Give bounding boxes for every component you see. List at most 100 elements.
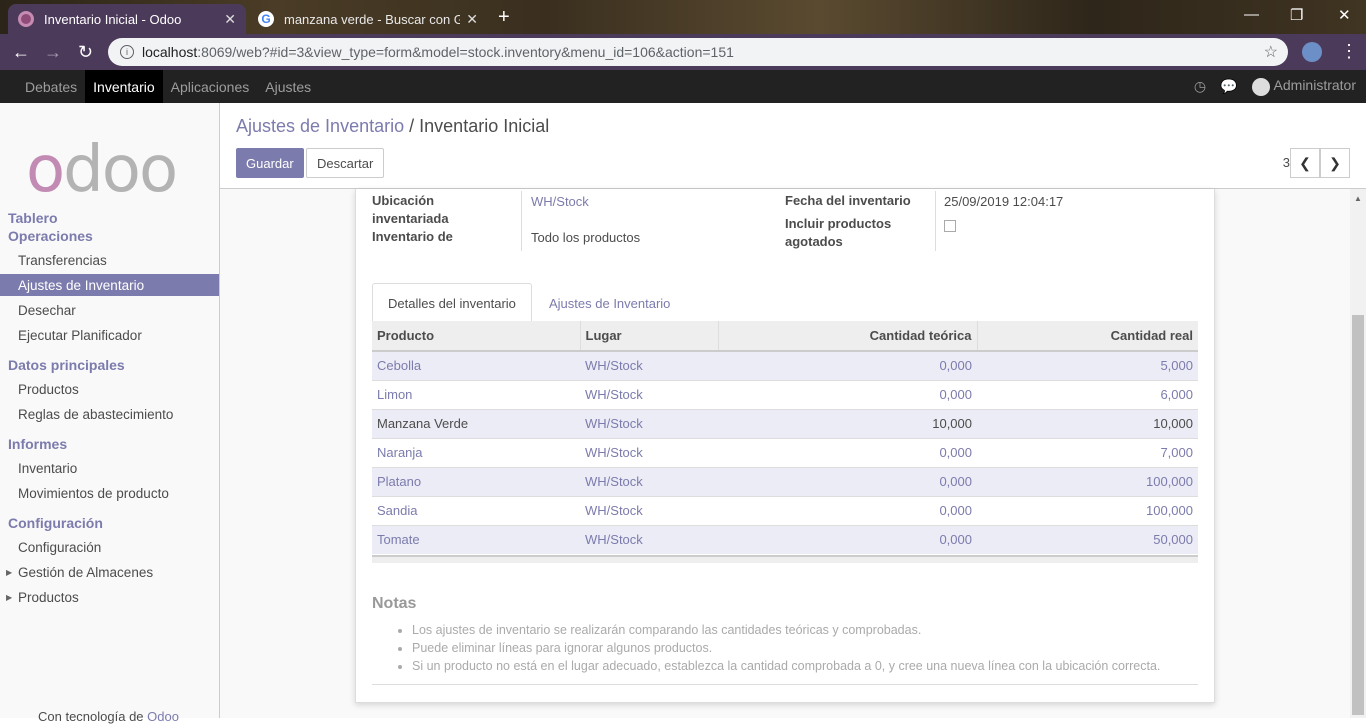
table-row[interactable]: Cebolla WH/Stock 0,000 5,000 bbox=[372, 350, 1198, 380]
inventory-of-label: Inventario de bbox=[372, 229, 453, 244]
sidebar-section-informes: Informes bbox=[8, 436, 68, 452]
breadcrumb-parent[interactable]: Ajustes de Inventario bbox=[236, 116, 404, 136]
discard-button[interactable]: Descartar bbox=[306, 148, 385, 178]
column-header-cantidad-teorica[interactable]: Cantidad teórica bbox=[718, 321, 978, 352]
column-header-cantidad-real[interactable]: Cantidad real bbox=[977, 321, 1198, 352]
sidebar-item-configuracion[interactable]: Configuración bbox=[0, 536, 219, 558]
info-icon[interactable]: i bbox=[120, 45, 134, 59]
cell-product: Platano bbox=[372, 466, 580, 496]
scrollbar-thumb[interactable] bbox=[1352, 315, 1364, 715]
avatar bbox=[1251, 77, 1270, 96]
include-exhausted-checkbox[interactable] bbox=[944, 220, 956, 232]
menu-debates[interactable]: Debates bbox=[17, 70, 85, 103]
form-sheet: Ubicación inventariada WH/Stock Inventari… bbox=[355, 189, 1215, 703]
browser-tab-odoo[interactable]: Inventario Inicial - Odoo ✕ bbox=[8, 4, 246, 34]
back-icon[interactable]: ← bbox=[12, 42, 30, 63]
cell-product: Sandia bbox=[372, 495, 580, 525]
tab-title: Inventario Inicial - Odoo bbox=[44, 11, 182, 27]
sidebar-section-configuracion: Configuración bbox=[8, 515, 103, 531]
sidebar-item-ejecutar-planificador[interactable]: Ejecutar Planificador bbox=[0, 324, 219, 346]
cell-theoretical: 0,000 bbox=[718, 495, 977, 525]
address-bar-row: ← → ↻ i localhost:8069/web?#id=3&view_ty… bbox=[0, 34, 1366, 70]
tab-ajustes-inventario[interactable]: Ajustes de Inventario bbox=[534, 283, 685, 323]
browser-tab-google[interactable]: G manzana verde - Buscar con Goo ✕ bbox=[248, 4, 488, 34]
location-value[interactable]: WH/Stock bbox=[531, 194, 589, 209]
table-row[interactable]: Limon WH/Stock 0,000 6,000 bbox=[372, 379, 1198, 409]
google-favicon-icon: G bbox=[258, 11, 274, 27]
cell-location: WH/Stock bbox=[580, 524, 718, 554]
list-item: Si un producto no está en el lugar adecu… bbox=[412, 657, 1160, 675]
cell-location: WH/Stock bbox=[580, 408, 718, 438]
cell-location: WH/Stock bbox=[580, 466, 718, 496]
column-header-lugar[interactable]: Lugar bbox=[580, 321, 719, 352]
url-path: :8069/web?#id=3&view_type=form&model=sto… bbox=[197, 44, 734, 60]
sidebar-section-tablero[interactable]: Tablero bbox=[8, 210, 58, 226]
cell-real: 7,000 bbox=[977, 437, 1198, 467]
column-header-producto[interactable]: Producto bbox=[372, 321, 581, 352]
odoo-link[interactable]: Odoo bbox=[147, 709, 179, 724]
powered-by: Con tecnología de Odoo bbox=[38, 709, 179, 724]
pager-next-icon[interactable]: ❯ bbox=[1320, 148, 1350, 178]
date-value[interactable]: 25/09/2019 12:04:17 bbox=[944, 194, 1063, 209]
cell-real: 100,000 bbox=[977, 466, 1198, 496]
close-window-icon[interactable]: ✕ bbox=[1338, 6, 1351, 24]
table-row[interactable]: Manzana Verde WH/Stock 10,000 10,000 bbox=[372, 408, 1198, 438]
scrollbar[interactable]: ▲ bbox=[1350, 189, 1366, 718]
cell-theoretical: 0,000 bbox=[718, 379, 977, 409]
cell-location: WH/Stock bbox=[580, 379, 718, 409]
close-tab-icon[interactable]: ✕ bbox=[224, 11, 236, 28]
scroll-up-icon[interactable]: ▲ bbox=[1354, 194, 1362, 203]
odoo-logo[interactable]: odoo bbox=[26, 133, 178, 207]
cell-location: WH/Stock bbox=[580, 350, 718, 380]
table-row[interactable]: Sandia WH/Stock 0,000 100,000 bbox=[372, 495, 1198, 525]
browser-menu-icon[interactable]: ⋮ bbox=[1340, 41, 1358, 62]
cell-product: Manzana Verde bbox=[372, 408, 580, 438]
profile-avatar-icon[interactable] bbox=[1302, 42, 1322, 62]
browser-tab-bar: Inventario Inicial - Odoo ✕ G manzana ve… bbox=[0, 0, 1366, 34]
divider bbox=[372, 684, 1198, 685]
sidebar-item-inventario[interactable]: Inventario bbox=[0, 457, 219, 479]
restore-icon[interactable]: ❐ bbox=[1290, 6, 1303, 24]
minimize-icon[interactable]: — bbox=[1244, 6, 1259, 23]
menu-aplicaciones[interactable]: Aplicaciones bbox=[163, 70, 258, 103]
page-title: Inventario Inicial bbox=[419, 116, 550, 136]
cell-real: 10,000 bbox=[977, 408, 1198, 438]
bookmark-star-icon[interactable]: ☆ bbox=[1264, 42, 1278, 62]
table-row[interactable]: Naranja WH/Stock 0,000 7,000 bbox=[372, 437, 1198, 467]
close-tab-icon[interactable]: ✕ bbox=[466, 11, 478, 28]
forward-icon[interactable]: → bbox=[44, 42, 62, 63]
tab-detalles-inventario[interactable]: Detalles del inventario bbox=[372, 283, 532, 323]
cell-real: 5,000 bbox=[977, 350, 1198, 380]
cell-theoretical: 0,000 bbox=[718, 524, 977, 554]
table-row[interactable]: Tomate WH/Stock 0,000 50,000 bbox=[372, 524, 1198, 554]
sidebar-item-ajustes-inventario[interactable]: Ajustes de Inventario bbox=[0, 274, 219, 296]
breadcrumb: Ajustes de Inventario / Inventario Inici… bbox=[236, 116, 550, 136]
table-row[interactable]: Platano WH/Stock 0,000 100,000 bbox=[372, 466, 1198, 496]
sidebar-item-reglas-abastecimiento[interactable]: Reglas de abastecimiento bbox=[0, 403, 219, 425]
inventory-of-value[interactable]: Todo los productos bbox=[531, 230, 640, 245]
user-menu[interactable]: Administrator bbox=[1251, 77, 1356, 96]
sidebar-item-productos[interactable]: Productos bbox=[0, 378, 219, 400]
menu-inventario[interactable]: Inventario bbox=[85, 70, 163, 103]
sidebar-item-productos-config[interactable]: ▶ Productos bbox=[0, 586, 219, 608]
sidebar-item-transferencias[interactable]: Transferencias bbox=[0, 249, 219, 271]
new-tab-icon[interactable]: + bbox=[498, 6, 510, 29]
reload-icon[interactable]: ↻ bbox=[78, 42, 93, 63]
messages-icon[interactable]: 💬 bbox=[1220, 78, 1237, 95]
cell-product: Naranja bbox=[372, 437, 580, 467]
sidebar-item-movimientos[interactable]: Movimientos de producto bbox=[0, 482, 219, 504]
odoo-top-menu: Debates Inventario Aplicaciones Ajustes … bbox=[0, 70, 1366, 103]
menu-ajustes[interactable]: Ajustes bbox=[257, 70, 319, 103]
cell-product: Cebolla bbox=[372, 350, 580, 380]
inventory-lines-table: Producto Lugar Cantidad teórica Cantidad… bbox=[372, 321, 1198, 554]
sidebar-item-gestion-almacenes[interactable]: ▶ Gestión de Almacenes bbox=[0, 561, 219, 583]
url-input[interactable]: i localhost:8069/web?#id=3&view_type=for… bbox=[108, 38, 1288, 66]
pager-previous-icon[interactable]: ❮ bbox=[1290, 148, 1320, 178]
cell-theoretical: 0,000 bbox=[718, 437, 977, 467]
date-label: Fecha del inventario bbox=[785, 193, 911, 208]
sidebar-section-datos-principales: Datos principales bbox=[8, 357, 125, 373]
sidebar-item-desechar[interactable]: Desechar bbox=[0, 299, 219, 321]
cell-location: WH/Stock bbox=[580, 495, 718, 525]
activity-clock-icon[interactable]: ◷ bbox=[1194, 78, 1206, 95]
save-button[interactable]: Guardar bbox=[236, 148, 304, 178]
